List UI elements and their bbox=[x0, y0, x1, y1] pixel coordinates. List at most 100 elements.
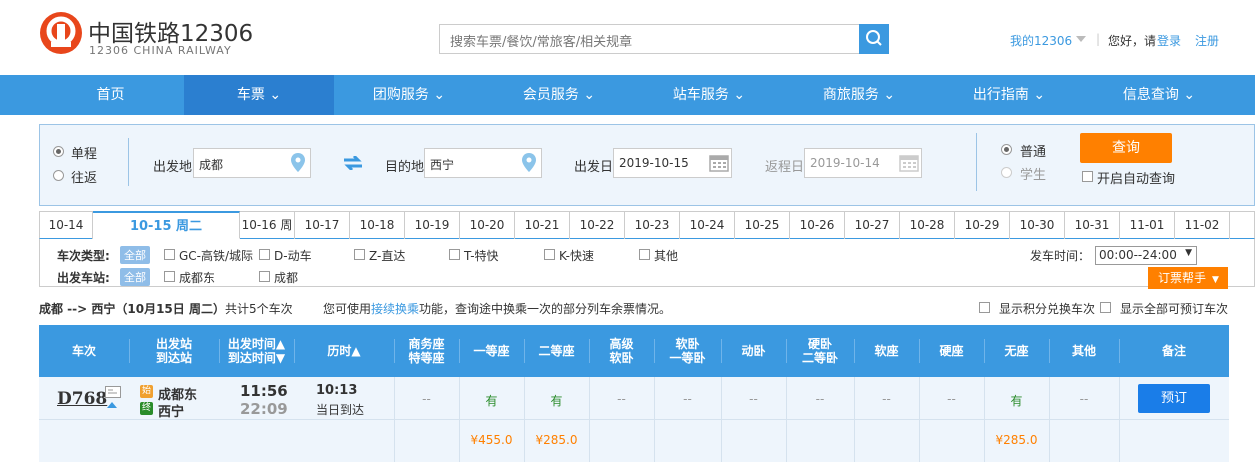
station-chengdudong-label[interactable]: 成都东 bbox=[179, 269, 215, 286]
site-search-input[interactable]: 搜索车票/餐饮/常旅客/相关规章 bbox=[439, 24, 859, 54]
date-tab[interactable]: 10-17 bbox=[295, 212, 350, 239]
type-gc-label[interactable]: GC-高铁/城际 bbox=[179, 247, 253, 264]
my12306-link[interactable]: 我的12306 bbox=[1010, 32, 1072, 49]
divider bbox=[919, 339, 920, 363]
station-chengdu-checkbox[interactable] bbox=[259, 271, 270, 282]
query-button[interactable]: 查询 bbox=[1080, 133, 1172, 163]
student-ticket-radio[interactable] bbox=[1001, 167, 1012, 178]
helper-label: 订票帮手 bbox=[1158, 271, 1207, 285]
type-other-checkbox[interactable] bbox=[639, 249, 650, 260]
nav-station-service[interactable]: 站车服务 ⌄ bbox=[634, 75, 784, 115]
depart-time-label: 发车时间： bbox=[1030, 249, 1091, 263]
date-tab[interactable]: 10-24 bbox=[680, 212, 735, 239]
auto-query-checkbox[interactable] bbox=[1082, 171, 1093, 182]
train-type-all-button[interactable]: 全部 bbox=[120, 246, 150, 264]
one-way-label[interactable]: 单程 bbox=[71, 143, 97, 162]
divider bbox=[919, 420, 920, 462]
date-tab[interactable]: 10-26 bbox=[790, 212, 845, 239]
date-tab[interactable]: 10-18 bbox=[350, 212, 405, 239]
date-tab[interactable]: 11-02 bbox=[1175, 212, 1230, 239]
seat-availability[interactable]: 有 bbox=[984, 392, 1049, 409]
transfer-tip-suffix: 功能，查询途中换乘一次的部分列车余票情况。 bbox=[419, 302, 672, 316]
divider bbox=[459, 339, 460, 363]
station-chengdudong-checkbox[interactable] bbox=[164, 271, 175, 282]
date-tab[interactable]: 10-28 bbox=[900, 212, 955, 239]
type-other-label[interactable]: 其他 bbox=[654, 247, 678, 264]
seat-availability[interactable]: 有 bbox=[524, 392, 589, 409]
swap-stations-icon[interactable] bbox=[344, 156, 362, 170]
points-trains-label[interactable]: 显示积分兑换车次 bbox=[999, 300, 1095, 317]
nav-info-query[interactable]: 信息查询 ⌄ bbox=[1084, 75, 1234, 115]
type-z-label[interactable]: Z-直达 bbox=[369, 247, 405, 264]
type-z-checkbox[interactable] bbox=[354, 249, 365, 260]
register-link[interactable]: 注册 bbox=[1195, 32, 1219, 49]
type-gc-checkbox[interactable] bbox=[164, 249, 175, 260]
date-tab[interactable]: 10-30 bbox=[1010, 212, 1065, 239]
points-trains-checkbox[interactable] bbox=[979, 302, 990, 313]
date-tab[interactable]: 10-22 bbox=[570, 212, 625, 239]
depart-date-label: 出发日 bbox=[574, 160, 614, 175]
depart-time-select[interactable]: 00:00--24:00 ▼ bbox=[1095, 246, 1197, 265]
chevron-down-icon[interactable] bbox=[1076, 36, 1086, 42]
date-tab[interactable]: 10-16 周 bbox=[240, 212, 295, 239]
train-info-icon[interactable] bbox=[105, 386, 121, 398]
seat-availability: -- bbox=[1079, 392, 1089, 406]
chevron-down-icon: ⌄ bbox=[269, 87, 282, 103]
column-header[interactable]: 历时▲ bbox=[294, 325, 394, 377]
divider bbox=[1119, 377, 1120, 420]
railway-logo-icon[interactable] bbox=[40, 12, 82, 54]
location-pin-icon bbox=[291, 153, 305, 172]
search-button[interactable] bbox=[859, 24, 889, 54]
login-link[interactable]: 登录 bbox=[1157, 32, 1181, 49]
date-tab[interactable]: 10-14 bbox=[40, 212, 93, 239]
one-way-radio[interactable] bbox=[53, 146, 64, 157]
nav-group-service[interactable]: 团购服务 ⌄ bbox=[334, 75, 484, 115]
round-trip-radio[interactable] bbox=[53, 170, 64, 181]
date-tab[interactable]: 10-20 bbox=[460, 212, 515, 239]
book-button[interactable]: 预订 bbox=[1138, 384, 1210, 413]
booking-helper-button[interactable]: 订票帮手 ▼ bbox=[1148, 267, 1228, 289]
seat-availability: -- bbox=[749, 392, 758, 406]
all-bookable-checkbox[interactable] bbox=[1100, 302, 1111, 313]
type-t-label[interactable]: T-特快 bbox=[464, 247, 499, 264]
date-tab[interactable]: 11-01 bbox=[1120, 212, 1175, 239]
type-k-checkbox[interactable] bbox=[544, 249, 555, 260]
student-ticket-label[interactable]: 学生 bbox=[1020, 164, 1046, 183]
date-tab[interactable]: 10-29 bbox=[955, 212, 1010, 239]
station-all-button[interactable]: 全部 bbox=[120, 268, 150, 286]
seat-availability: -- bbox=[947, 392, 956, 406]
round-trip-label[interactable]: 往返 bbox=[71, 167, 97, 186]
type-k-label[interactable]: K-快速 bbox=[559, 247, 594, 264]
column-header-text: 硬卧 bbox=[807, 337, 832, 351]
nav-member-service[interactable]: 会员服务 ⌄ bbox=[484, 75, 634, 115]
caret-down-icon: ▼ bbox=[1185, 248, 1192, 258]
divider bbox=[654, 420, 655, 462]
train-number[interactable]: D768 bbox=[57, 389, 107, 409]
normal-ticket-label[interactable]: 普通 bbox=[1020, 141, 1046, 160]
type-t-checkbox[interactable] bbox=[449, 249, 460, 260]
all-bookable-label[interactable]: 显示全部可预订车次 bbox=[1120, 300, 1228, 317]
date-tab[interactable]: 10-31 bbox=[1065, 212, 1120, 239]
station-chengdu-label[interactable]: 成都 bbox=[274, 269, 298, 286]
date-tab[interactable]: 10-25 bbox=[735, 212, 790, 239]
transfer-link[interactable]: 接续换乘 bbox=[371, 300, 419, 317]
calendar-icon[interactable] bbox=[899, 153, 919, 172]
column-header[interactable]: 出发时间▲ 到达时间▼ bbox=[219, 325, 294, 377]
date-tab[interactable]: 10-23 bbox=[625, 212, 680, 239]
normal-ticket-radio[interactable] bbox=[1001, 144, 1012, 155]
date-tab[interactable]: 10-21 bbox=[515, 212, 570, 239]
column-header-text: 商务座 bbox=[408, 337, 445, 351]
date-tab[interactable]: 10-15 周二 bbox=[93, 211, 240, 239]
expand-stops-icon[interactable] bbox=[107, 402, 117, 408]
nav-business-service[interactable]: 商旅服务 ⌄ bbox=[784, 75, 934, 115]
seat-availability[interactable]: 有 bbox=[459, 392, 524, 409]
type-d-checkbox[interactable] bbox=[259, 249, 270, 260]
auto-query-label[interactable]: 开启自动查询 bbox=[1097, 168, 1175, 187]
date-tab[interactable]: 10-19 bbox=[405, 212, 460, 239]
nav-travel-guide[interactable]: 出行指南 ⌄ bbox=[934, 75, 1084, 115]
nav-home[interactable]: 首页 bbox=[37, 75, 184, 115]
nav-tickets[interactable]: 车票 ⌄ bbox=[184, 75, 334, 115]
date-tab[interactable]: 10-27 bbox=[845, 212, 900, 239]
calendar-icon[interactable] bbox=[709, 153, 729, 172]
type-d-label[interactable]: D-动车 bbox=[274, 247, 312, 264]
